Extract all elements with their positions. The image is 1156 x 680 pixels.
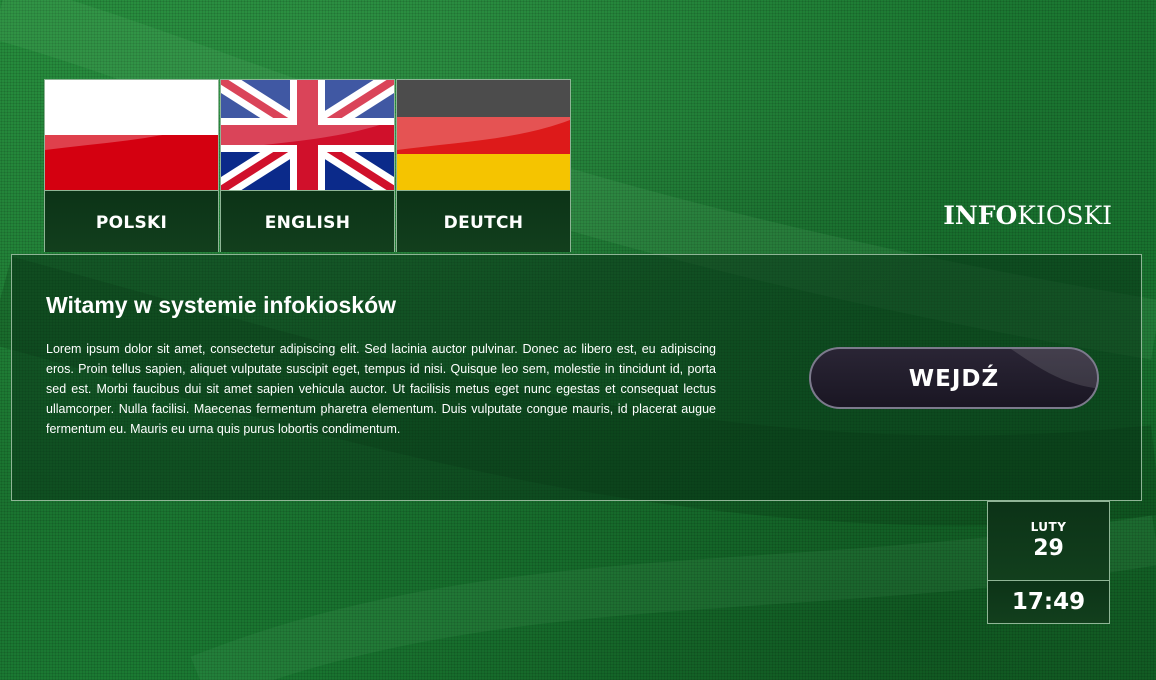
enter-button[interactable]: WEJDŹ [809, 347, 1099, 409]
date-widget: LUTY 29 [987, 501, 1110, 581]
language-label: POLSKI [45, 190, 218, 252]
language-tile-english[interactable]: ENGLISH [220, 79, 395, 252]
poland-flag-icon [45, 80, 218, 190]
welcome-title: Witamy w systemie infokiosków [46, 292, 397, 318]
date-month: LUTY [1030, 520, 1067, 534]
enter-button-label: WEJDŹ [908, 366, 1000, 392]
language-tile-polski[interactable]: POLSKI [44, 79, 219, 252]
language-label: ENGLISH [221, 190, 394, 252]
logo-part-bold: INFO [943, 201, 1018, 230]
welcome-text: Lorem ipsum dolor sit amet, consectetur … [46, 342, 716, 436]
infokioski-logo: INFOKIOSKI [943, 201, 1112, 230]
language-tile-deutch[interactable]: DEUTCH [396, 79, 571, 252]
germany-flag-icon [397, 80, 570, 190]
language-label: DEUTCH [397, 190, 570, 252]
logo-part-regular: KIOSKI [1017, 201, 1112, 230]
uk-flag-icon [221, 80, 394, 190]
welcome-panel: Witamy w systemie infokiosków Lorem ipsu… [11, 254, 1142, 501]
language-selector: POLSKI ENGLISH DEUTCH [44, 79, 572, 252]
time-display: 17:49 [987, 581, 1110, 624]
date-day: 29 [1033, 536, 1064, 561]
